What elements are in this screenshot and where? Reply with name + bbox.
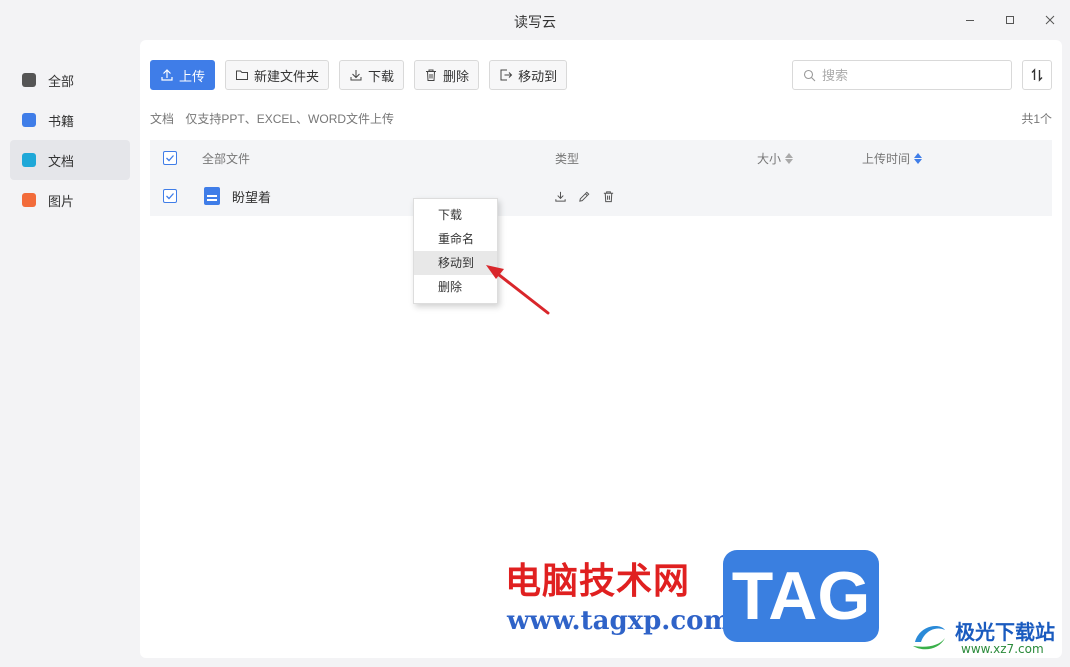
close-icon [1045,15,1055,25]
minimize-icon [966,20,974,21]
close-button[interactable] [1037,8,1063,32]
trash-icon [426,69,437,81]
search-icon [803,69,816,81]
header-size-label: 大小 [757,151,782,166]
trash-icon [603,190,613,202]
download-icon [554,191,566,202]
maximize-icon [1006,16,1014,24]
sidebar-item-label: 图片 [48,193,75,209]
toolbar: 上传 新建文件夹 下载 删除 移动到 [150,60,568,90]
sort-arrows-icon [785,152,794,164]
watermark-site: 极光下载站 www.xz7.com [905,612,1065,662]
folder-icon [236,70,249,80]
new-folder-button[interactable]: 新建文件夹 [225,60,330,90]
upload-label: 上传 [179,68,206,84]
document-icon [204,187,220,205]
section-name: 文档 [150,112,175,126]
pencil-icon [578,191,589,202]
download-label: 下载 [368,68,395,84]
row-checkbox[interactable] [163,189,177,203]
title-bar: 读写云 [0,0,1070,40]
info-bar: 文档 仅支持PPT、EXCEL、WORD文件上传 共1个 [150,110,1052,126]
move-to-button[interactable]: 移动到 [489,60,568,90]
row-actions [548,176,620,216]
row-delete-button[interactable] [596,184,620,208]
image-icon [22,193,36,207]
sidebar-item-label: 文档 [48,153,75,169]
delete-label: 删除 [443,68,470,84]
checkmark-icon [166,155,174,162]
sidebar-item-all[interactable]: 全部 [10,60,130,100]
annotation-arrow-icon [486,265,550,315]
sidebar-item-label: 全部 [48,73,75,89]
delete-button[interactable]: 删除 [414,60,480,90]
table-header: 全部文件 类型 大小 上传时间 [150,140,1052,176]
watermark: 电脑技术网 www.tagxp.com TAG [505,548,885,648]
download-button[interactable]: 下载 [339,60,405,90]
document-icon [22,153,36,167]
move-icon [500,69,513,81]
table-row[interactable]: 盼望着 [150,176,1052,216]
header-type: 类型 [555,151,580,166]
sort-arrows-icon [914,152,923,164]
row-download-button[interactable] [548,184,572,208]
minimize-button[interactable] [957,8,983,32]
upload-button[interactable]: 上传 [150,60,216,90]
file-name: 盼望着 [232,189,272,205]
search-input[interactable] [822,67,992,83]
file-name-cell[interactable]: 盼望着 [204,176,271,216]
maximize-button[interactable] [997,8,1023,32]
sidebar-item-documents[interactable]: 文档 [10,140,130,180]
row-rename-button[interactable] [572,184,596,208]
sidebar: 全部 书籍 文档 图片 [10,60,130,220]
site-logo-icon [913,626,945,650]
header-size[interactable]: 大小 [757,140,794,176]
upload-hint: 仅支持PPT、EXCEL、WORD文件上传 [185,112,395,126]
select-all-cell [163,140,177,176]
sort-icon [1031,68,1043,82]
checkmark-icon [166,193,174,200]
book-icon [22,113,36,127]
watermark-logo: TAG [723,550,879,642]
context-menu-rename[interactable]: 重命名 [414,227,497,251]
upload-icon [161,69,173,81]
file-count: 共1个 [1021,112,1052,126]
select-all-checkbox[interactable] [163,151,177,165]
window-title: 读写云 [514,14,556,30]
context-menu-download[interactable]: 下载 [414,203,497,227]
sort-toggle-button[interactable] [1022,60,1052,90]
watermark-site-text: 极光下载站 [955,620,1055,644]
folder-icon [22,73,36,87]
search-box [792,60,1012,90]
watermark-text: 电脑技术网 [505,561,691,602]
sidebar-item-images[interactable]: 图片 [10,180,130,220]
watermark-site-url: www.xz7.com [961,642,1044,656]
sidebar-item-label: 书籍 [48,113,75,129]
header-time[interactable]: 上传时间 [862,140,923,176]
watermark-url: www.tagxp.com [507,606,732,636]
row-select-cell [163,176,177,216]
sidebar-item-books[interactable]: 书籍 [10,100,130,140]
download-icon [350,70,362,81]
header-name: 全部文件 [202,151,251,166]
header-time-label: 上传时间 [862,151,911,166]
move-to-label: 移动到 [518,68,558,84]
new-folder-label: 新建文件夹 [254,68,320,84]
